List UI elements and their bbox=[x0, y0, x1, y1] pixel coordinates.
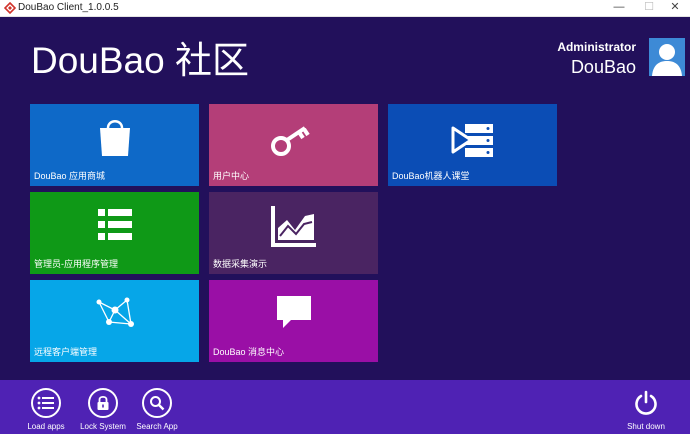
tile-robot-class[interactable]: DouBao机器人课堂 bbox=[388, 104, 557, 186]
search-app-label: Search App bbox=[136, 422, 178, 431]
user-role: Administrator bbox=[557, 40, 636, 54]
lock-system-button[interactable]: Lock System bbox=[73, 388, 133, 431]
tile-remote-clients[interactable]: 远程客户端管理 bbox=[30, 280, 199, 362]
power-icon bbox=[635, 390, 657, 415]
avatar[interactable] bbox=[649, 38, 685, 76]
load-apps-button[interactable]: Load apps bbox=[16, 388, 76, 431]
page-title: DouBao 社区 bbox=[31, 40, 249, 81]
tile-message-center[interactable]: DouBao 消息中心 bbox=[209, 280, 378, 362]
minimize-button[interactable]: — bbox=[604, 0, 634, 16]
main-area: DouBao 社区 Administrator DouBao DouBao 应用… bbox=[0, 17, 690, 380]
network-icon bbox=[96, 297, 134, 327]
lock-system-label: Lock System bbox=[80, 422, 126, 431]
shopping-bag-icon bbox=[99, 120, 130, 156]
tile-admin-apps[interactable]: 管理员-应用程序管理 bbox=[30, 192, 199, 274]
tile-label: DouBao 应用商城 bbox=[34, 171, 106, 181]
tile-app-store[interactable]: DouBao 应用商城 bbox=[30, 104, 199, 186]
user-avatar-icon bbox=[652, 44, 682, 76]
app-logo-icon bbox=[4, 2, 16, 14]
load-apps-label: Load apps bbox=[27, 422, 65, 431]
servers-icon bbox=[451, 124, 493, 157]
list-icon bbox=[97, 209, 132, 240]
window-title: DouBao Client_1.0.0.5 bbox=[18, 2, 119, 13]
list-icon bbox=[37, 396, 54, 410]
shut-down-label: Shut down bbox=[627, 422, 665, 431]
tile-label: DouBao 消息中心 bbox=[213, 347, 285, 357]
user-name: DouBao bbox=[570, 57, 636, 77]
close-button[interactable]: ✕ bbox=[660, 0, 690, 16]
tile-user-center[interactable]: 用户中心 bbox=[209, 104, 378, 186]
lock-icon bbox=[97, 395, 109, 410]
message-icon bbox=[276, 296, 311, 328]
chart-icon bbox=[270, 206, 316, 247]
tile-label: 用户中心 bbox=[213, 171, 250, 181]
taskbar: Load apps Lock System Search App Shut do… bbox=[0, 380, 690, 434]
tile-label: 数据采集演示 bbox=[213, 259, 268, 269]
tile-data-demo[interactable]: 数据采集演示 bbox=[209, 192, 378, 274]
shut-down-button[interactable]: Shut down bbox=[616, 388, 676, 431]
search-app-button[interactable]: Search App bbox=[127, 388, 187, 431]
key-icon bbox=[270, 126, 310, 156]
tile-label: 管理员-应用程序管理 bbox=[34, 259, 118, 269]
tile-label: 远程客户端管理 bbox=[34, 347, 98, 357]
tile-label: DouBao机器人课堂 bbox=[392, 171, 470, 181]
search-icon bbox=[150, 396, 165, 411]
title-bar: DouBao Client_1.0.0.5 — ☐ ✕ bbox=[0, 0, 690, 17]
